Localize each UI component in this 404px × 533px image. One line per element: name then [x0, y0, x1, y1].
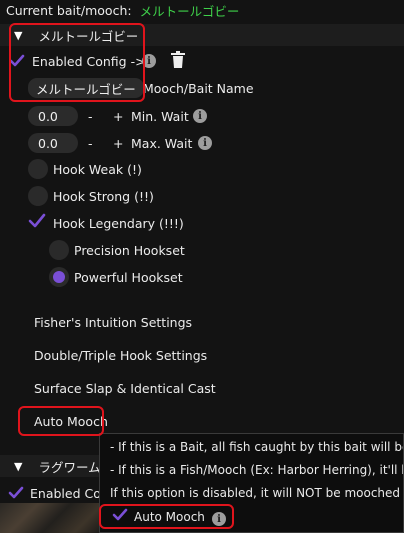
max-wait-input[interactable]: 0.0	[28, 133, 78, 153]
bait-name-label: Mooch/Bait Name	[143, 81, 254, 96]
section2-enabled-row[interactable]: Enabled Conf	[8, 482, 100, 504]
current-bait-line: Current bait/mooch: メルトールゴビー	[6, 2, 404, 19]
double-triple-hook-button[interactable]: Double/Triple Hook Settings	[34, 348, 207, 363]
section2-enabled-label: Enabled Conf	[30, 485, 100, 501]
background-game-image	[0, 503, 100, 533]
section2-title: ラグワーム	[38, 459, 101, 475]
min-wait-plus-button[interactable]: +	[113, 109, 123, 124]
hook-legendary-label: Hook Legendary (!!!)	[53, 216, 184, 231]
min-wait-label: Min. Wait	[131, 109, 189, 124]
max-wait-value: 0.0	[38, 135, 58, 151]
max-wait-info-icon[interactable]: i	[198, 136, 212, 150]
precision-hookset-radio[interactable]	[49, 240, 69, 260]
section2-header-row[interactable]: ▼ ラグワーム	[14, 455, 104, 477]
tooltip-line-1: - If this is a Bait, all fish caught by …	[110, 440, 404, 454]
min-wait-info-icon[interactable]: i	[193, 109, 207, 123]
hook-weak-label: Hook Weak (!)	[53, 162, 142, 177]
section2-enabled-check-icon[interactable]	[8, 484, 24, 502]
highlight-box-auto-mooch	[18, 406, 104, 436]
min-wait-value: 0.0	[38, 108, 58, 124]
powerful-hookset-label: Powerful Hookset	[74, 270, 183, 285]
max-wait-plus-button[interactable]: +	[113, 136, 123, 151]
tooltip-line-2: - If this is a Fish/Mooch (Ex: Harbor He…	[110, 463, 404, 477]
max-wait-label: Max. Wait	[131, 136, 193, 151]
surface-slap-button[interactable]: Surface Slap & Identical Cast	[34, 381, 216, 396]
min-wait-minus-button[interactable]: -	[88, 109, 93, 124]
hook-strong-checkbox[interactable]	[28, 186, 48, 206]
hook-legendary-check-icon[interactable]	[28, 213, 46, 232]
precision-hookset-label: Precision Hookset	[74, 243, 185, 258]
min-wait-input[interactable]: 0.0	[28, 106, 78, 126]
highlight-box-section1	[9, 23, 145, 102]
max-wait-minus-button[interactable]: -	[88, 136, 93, 151]
powerful-hookset-radio[interactable]	[49, 267, 69, 287]
current-bait-label: Current bait/mooch:	[6, 2, 132, 18]
current-bait-value: メルトールゴビー	[139, 3, 240, 19]
hook-strong-label: Hook Strong (!!)	[53, 189, 154, 204]
hook-weak-checkbox[interactable]	[28, 159, 48, 179]
collapse-triangle-icon-2[interactable]: ▼	[14, 460, 22, 473]
fishers-intuition-button[interactable]: Fisher's Intuition Settings	[34, 315, 192, 330]
trash-icon[interactable]	[170, 51, 186, 72]
highlight-box-tooltip-check	[99, 504, 234, 529]
tooltip-line-3: If this option is disabled, it will NOT …	[110, 486, 404, 500]
